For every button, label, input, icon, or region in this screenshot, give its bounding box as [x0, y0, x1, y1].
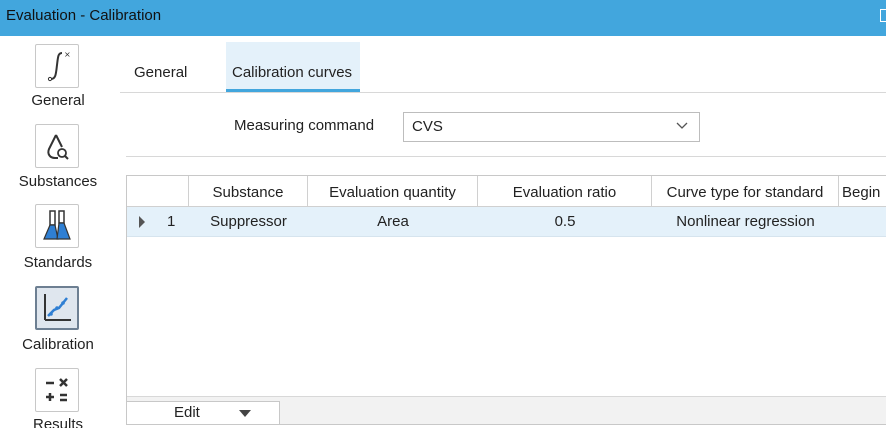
- drop-search-icon[interactable]: [35, 124, 79, 168]
- sidebar-item-label: Calibration: [22, 336, 94, 353]
- header-evaluation-ratio[interactable]: Evaluation ratio: [478, 176, 652, 207]
- tab-calibration-curves[interactable]: Calibration curves: [226, 42, 361, 92]
- caret-down-icon: [239, 410, 251, 417]
- table-footer: Edit: [127, 396, 886, 424]
- svg-text:×: ×: [64, 50, 71, 59]
- measuring-command-select[interactable]: CVS: [403, 112, 700, 142]
- row-selector-icon: [139, 216, 145, 228]
- header-substance[interactable]: Substance: [189, 176, 308, 207]
- cell-substance[interactable]: Suppressor: [189, 207, 308, 237]
- table-row[interactable]: 1 Suppressor Area 0.5 Nonlinear regressi…: [127, 207, 886, 237]
- edit-button[interactable]: Edit: [127, 401, 280, 424]
- tab-general[interactable]: General: [134, 42, 187, 92]
- edit-button-label: Edit: [174, 404, 200, 421]
- flasks-icon[interactable]: [35, 204, 79, 248]
- cell-evaluation-quantity[interactable]: Area: [308, 207, 478, 237]
- chevron-down-icon: [676, 122, 688, 129]
- header-evaluation-quantity[interactable]: Evaluation quantity: [308, 176, 478, 207]
- cell-curve-type[interactable]: Nonlinear regression: [652, 207, 839, 237]
- measuring-command-label: Measuring command: [234, 117, 375, 134]
- cell-begin[interactable]: [839, 207, 886, 237]
- row-index: 1: [167, 213, 176, 230]
- calibration-curve-icon[interactable]: [35, 286, 79, 330]
- calculator-icon[interactable]: [35, 368, 79, 412]
- sidebar-item-label: Substances: [18, 173, 98, 190]
- tab-divider: [120, 92, 886, 93]
- measuring-command-value: CVS: [412, 118, 443, 135]
- header-index: [127, 176, 189, 207]
- window-titlebar: Evaluation - Calibration: [0, 0, 886, 36]
- calibration-table: Substance Evaluation quantity Evaluation…: [126, 175, 886, 425]
- section-divider: [126, 156, 886, 157]
- window-title: Evaluation - Calibration: [6, 7, 162, 24]
- sidebar: × General Substances Standards Calibrati…: [0, 36, 116, 428]
- sidebar-item-label: Standards: [23, 254, 93, 271]
- tab-bar: General Calibration curves: [116, 36, 886, 92]
- integral-icon[interactable]: ×: [35, 44, 79, 88]
- maximize-icon[interactable]: [880, 9, 886, 22]
- cell-evaluation-ratio[interactable]: 0.5: [478, 207, 652, 237]
- header-curve-type[interactable]: Curve type for standard: [652, 176, 839, 207]
- sidebar-item-label: General: [31, 92, 85, 109]
- sidebar-item-label: Results: [32, 416, 84, 428]
- header-begin[interactable]: Begin: [839, 176, 886, 207]
- table-header: Substance Evaluation quantity Evaluation…: [127, 176, 886, 207]
